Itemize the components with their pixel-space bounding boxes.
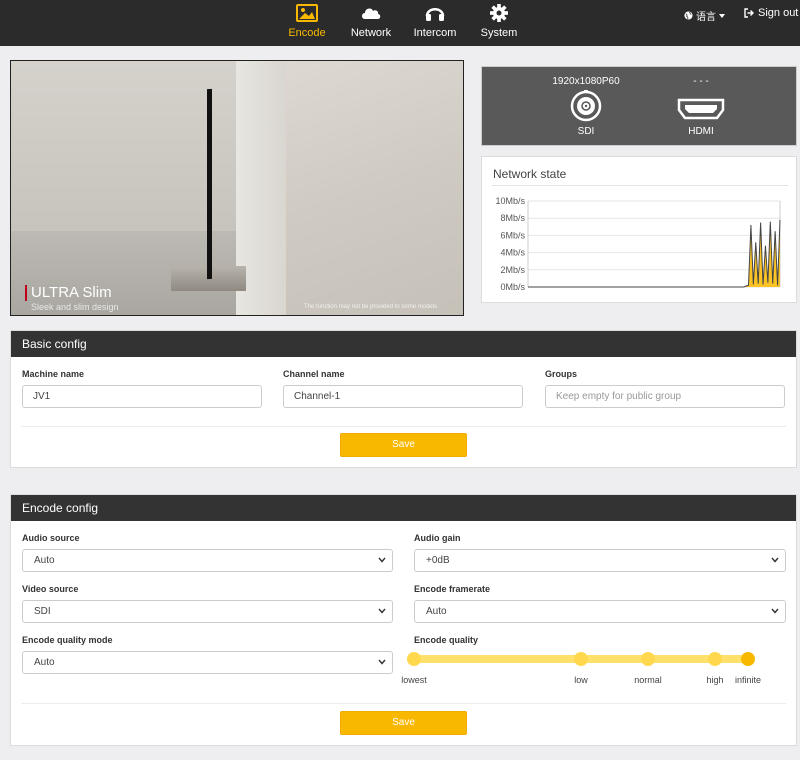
signout-icon [744, 8, 754, 18]
encode-framerate-label: Encode framerate [414, 584, 491, 594]
nav-item-system[interactable]: System [476, 0, 522, 46]
sdi-resolution: 1920x1080P60 [552, 76, 620, 87]
chevron-down-icon [771, 608, 779, 614]
audio-source-value: Auto [34, 555, 55, 566]
quality-label-infinite: infinite [734, 675, 762, 685]
signout-button[interactable]: Sign out [744, 7, 798, 19]
y-tick-label: 10Mb/s [495, 196, 525, 206]
quality-stop-infinite[interactable] [741, 652, 755, 666]
nav-label: Network [350, 27, 392, 39]
chevron-down-icon [378, 608, 386, 614]
quality-label-high: high [706, 675, 724, 685]
preview-tagline: Sleek and slim design [31, 302, 119, 312]
audio-gain-select[interactable]: +0dB [414, 549, 786, 572]
network-state-panel: Network state 10Mb/s 8Mb/s 6Mb/s 4Mb/s 2Mb/s… [481, 156, 797, 303]
sdi-label: SDI [577, 126, 595, 137]
input-ports-panel: 1920x1080P60 SDI - - - HDMI [481, 66, 797, 146]
port-sdi[interactable]: 1920x1080P60 SDI [541, 67, 631, 147]
nav-item-intercom[interactable]: Intercom [410, 0, 460, 46]
y-tick-label: 8Mb/s [500, 213, 525, 223]
series-line [528, 219, 781, 288]
quality-stop-normal[interactable] [641, 652, 655, 666]
language-label: 语言 [696, 12, 716, 23]
encode-quality-label: Encode quality [414, 635, 479, 645]
video-source-label: Video source [22, 584, 79, 594]
basic-config-panel: Basic config Machine name Channel name G… [10, 330, 797, 468]
nav-item-encode[interactable]: Encode [283, 0, 331, 46]
quality-stop-lowest[interactable] [407, 652, 421, 666]
quality-label-lowest: lowest [401, 675, 427, 685]
network-state-chart: 10Mb/s 8Mb/s 6Mb/s 4Mb/s 2Mb/s 0Mb/s [495, 196, 781, 292]
top-nav-bar: Encode Network Intercom System 语言 Sign o… [0, 0, 800, 46]
quality-mode-select[interactable]: Auto [22, 651, 393, 674]
hdmi-label: HDMI [688, 126, 714, 137]
signout-label: Sign out [758, 7, 799, 19]
y-tick-label: 6Mb/s [500, 230, 525, 240]
audio-source-select[interactable]: Auto [22, 549, 393, 572]
nav-label: Encode [288, 27, 326, 39]
encode-config-panel: Encode config Audio source Auto Audio ga… [10, 494, 797, 746]
quality-stop-low[interactable] [574, 652, 588, 666]
basic-config-title: Basic config [11, 331, 796, 357]
headset-icon [425, 8, 445, 21]
encode-config-title: Encode config [11, 495, 796, 521]
cloud-icon [362, 8, 381, 19]
nav-label: System [480, 27, 518, 39]
encode-framerate-value: Auto [426, 606, 447, 617]
gear-icon [490, 4, 508, 22]
machine-name-input[interactable] [22, 385, 262, 408]
hdmi-connector-icon [677, 98, 725, 120]
hdmi-resolution: - - - [693, 76, 709, 87]
video-source-value: SDI [34, 606, 51, 617]
channel-name-input[interactable] [283, 385, 523, 408]
machine-name-label: Machine name [22, 369, 85, 379]
groups-input[interactable] [545, 385, 785, 408]
nav-item-network[interactable]: Network [347, 0, 395, 46]
y-tick-label: 2Mb/s [500, 265, 525, 275]
video-source-select[interactable]: SDI [22, 600, 393, 623]
quality-stop-high[interactable] [708, 652, 722, 666]
preview-scene-tv [207, 88, 212, 280]
audio-source-label: Audio source [22, 533, 80, 543]
quality-mode-value: Auto [34, 657, 55, 668]
sdi-connector-icon [570, 90, 602, 122]
chevron-down-icon [771, 557, 779, 563]
preview-fineprint: The function may not be provided to some… [304, 304, 438, 310]
quality-mode-label: Encode quality mode [22, 635, 113, 645]
quality-label-low: low [574, 675, 588, 685]
preview-scene-wall [286, 61, 463, 315]
nav-label: Intercom [413, 27, 457, 39]
audio-gain-label: Audio gain [414, 533, 461, 543]
divider [492, 185, 788, 186]
divider [21, 703, 786, 704]
encode-framerate-select[interactable]: Auto [414, 600, 786, 623]
y-tick-label: 4Mb/s [500, 248, 525, 258]
basic-config-save-button[interactable]: Save [340, 433, 467, 457]
port-hdmi[interactable]: - - - HDMI [656, 67, 746, 147]
series-area [528, 219, 780, 287]
video-preview: ULTRA Slim Sleek and slim design The fun… [10, 60, 464, 316]
channel-name-label: Channel name [283, 369, 345, 379]
quality-label-normal: normal [634, 675, 662, 685]
encode-config-save-button[interactable]: Save [340, 711, 467, 735]
preview-headline: ULTRA Slim [25, 285, 112, 301]
divider [21, 426, 786, 427]
network-state-title: Network state [493, 167, 567, 181]
chevron-down-icon [378, 659, 386, 665]
audio-gain-value: +0dB [426, 555, 450, 566]
globe-icon [684, 11, 693, 20]
language-dropdown[interactable]: 语言 [684, 8, 725, 23]
y-tick-label: 0Mb/s [500, 282, 525, 292]
groups-label: Groups [545, 369, 578, 379]
chevron-down-icon [378, 557, 386, 563]
caret-down-icon [719, 13, 725, 18]
image-icon [296, 4, 318, 22]
